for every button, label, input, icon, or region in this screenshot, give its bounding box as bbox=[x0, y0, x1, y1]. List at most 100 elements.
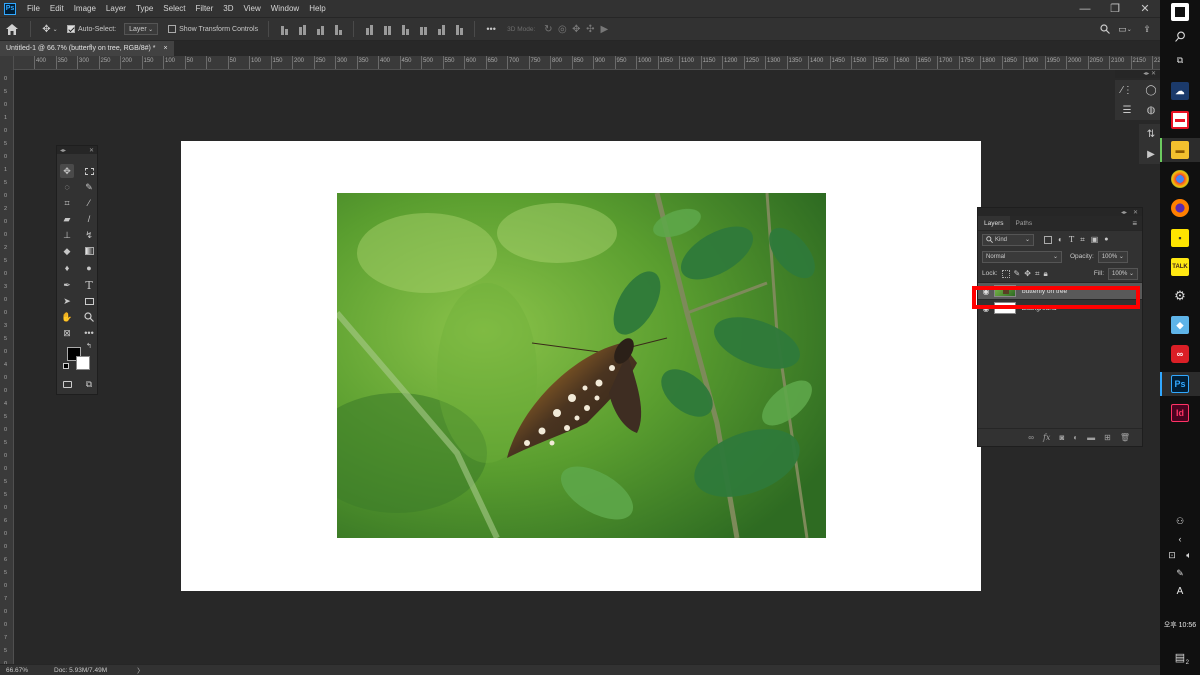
background-color-swatch[interactable] bbox=[76, 356, 90, 370]
file-explorer-button[interactable]: ▬ bbox=[1171, 141, 1189, 159]
settings-button[interactable]: ⚙ bbox=[1171, 287, 1189, 305]
photoshop-taskbar-button[interactable]: Ps bbox=[1171, 375, 1189, 393]
brush-tool[interactable]: / bbox=[82, 212, 96, 226]
path-selection-tool[interactable]: ➤ bbox=[60, 294, 74, 308]
firefox-button[interactable] bbox=[1171, 199, 1189, 217]
status-menu-arrow[interactable]: 〉 bbox=[137, 665, 144, 675]
minimize-button[interactable]: — bbox=[1070, 0, 1100, 17]
layers-panel-header[interactable]: ◂▸ ✕ bbox=[978, 208, 1142, 216]
more-options-button[interactable]: ••• bbox=[481, 21, 501, 37]
panel-menu-icon[interactable]: ≡ bbox=[1127, 216, 1142, 230]
lasso-tool[interactable]: ◌ bbox=[60, 180, 74, 194]
quick-selection-tool[interactable]: ✎ bbox=[82, 180, 96, 194]
tools-panel-header[interactable]: ◂▸ ✕ bbox=[57, 146, 97, 154]
quick-mask-button[interactable] bbox=[60, 377, 74, 391]
taskbar-app-1[interactable]: ☁ bbox=[1171, 82, 1189, 100]
collapse-icon[interactable]: ◂▸ ✕ bbox=[1143, 70, 1156, 77]
zoom-tool[interactable] bbox=[82, 310, 96, 324]
notification-center-button[interactable]: ▤ 2 bbox=[1171, 648, 1189, 666]
group-icon[interactable]: ▬ bbox=[1087, 433, 1095, 442]
menu-image[interactable]: Image bbox=[69, 4, 101, 13]
menu-3d[interactable]: 3D bbox=[218, 4, 238, 13]
3d-scale-button[interactable]: ▶ bbox=[597, 21, 611, 37]
frame-tool[interactable]: ⊠ bbox=[60, 326, 74, 340]
horizontal-ruler[interactable]: 400 350 300 250 200 150 100 50 0 50 100 150 200 250 30… bbox=[14, 56, 1160, 70]
filter-shape-icon[interactable]: ⌗ bbox=[1080, 235, 1085, 245]
document-info[interactable]: Doc: 5.93M/7.49M bbox=[54, 667, 107, 674]
align-left-button[interactable] bbox=[331, 23, 345, 35]
history-brush-tool[interactable]: ↯ bbox=[82, 228, 96, 242]
3d-orbit-button[interactable]: ↻ bbox=[541, 21, 555, 37]
workspace-switcher-button[interactable]: ▭ ⌄ bbox=[1116, 21, 1134, 37]
distribute-left-button[interactable] bbox=[416, 23, 430, 35]
align-top-button[interactable] bbox=[277, 23, 291, 35]
distribute-right-button[interactable] bbox=[452, 23, 466, 35]
screen-mode-button[interactable]: ⧉ bbox=[82, 377, 96, 391]
close-panel-icon[interactable]: ✕ bbox=[1133, 209, 1138, 216]
indesign-taskbar-button[interactable]: Id bbox=[1171, 404, 1189, 422]
distribute-center-button[interactable] bbox=[380, 23, 394, 35]
eyedropper-tool[interactable]: ⁄ bbox=[82, 196, 96, 210]
blend-mode-dropdown[interactable]: Normal ⌄ bbox=[982, 250, 1062, 263]
filter-toggle-icon[interactable]: ● bbox=[1104, 236, 1108, 243]
vertical-ruler[interactable]: 0501050150200250300350400450500550600650… bbox=[0, 56, 14, 664]
blur-tool[interactable]: ♦ bbox=[60, 261, 74, 275]
menu-filter[interactable]: Filter bbox=[191, 4, 219, 13]
align-vertical-center-button[interactable] bbox=[295, 23, 309, 35]
clone-stamp-tool[interactable]: ⊥ bbox=[60, 228, 74, 242]
adjustment-icon[interactable]: ◐ bbox=[1073, 433, 1078, 442]
menu-layer[interactable]: Layer bbox=[101, 4, 131, 13]
hand-tool[interactable]: ✋ bbox=[60, 310, 74, 324]
new-layer-icon[interactable]: ⊞ bbox=[1104, 433, 1111, 442]
taskbar-app-3[interactable]: ◆ bbox=[1171, 316, 1189, 334]
default-colors-icon[interactable] bbox=[63, 363, 69, 369]
collapse-icon[interactable]: ◂▸ bbox=[1121, 209, 1127, 216]
link-icon[interactable]: ∞ bbox=[1028, 433, 1034, 442]
move-tool-preset-button[interactable]: ✥ ⌄ bbox=[37, 21, 63, 37]
opacity-field[interactable]: 100% ⌄ bbox=[1097, 250, 1128, 263]
3d-roll-button[interactable]: ◎ bbox=[555, 21, 569, 37]
menu-edit[interactable]: Edit bbox=[45, 4, 69, 13]
close-button[interactable]: ✕ bbox=[1130, 0, 1160, 17]
start-button[interactable] bbox=[1171, 3, 1189, 21]
close-tab-icon[interactable]: × bbox=[164, 45, 168, 52]
marquee-tool[interactable] bbox=[82, 164, 96, 178]
auto-select-checkbox[interactable]: Auto-Select: bbox=[67, 21, 116, 37]
right-dock-header[interactable]: ◂▸ ✕ bbox=[1115, 70, 1160, 78]
crop-tool[interactable]: ⌗ bbox=[60, 196, 74, 210]
taskbar-search-button[interactable] bbox=[1171, 27, 1189, 45]
mask-icon[interactable]: ◙ bbox=[1059, 433, 1064, 442]
tab-layers[interactable]: Layers bbox=[978, 216, 1010, 230]
lock-all-icon[interactable]: 🔒︎ bbox=[1043, 269, 1047, 279]
adjustments-button[interactable]: ☰ bbox=[1115, 100, 1139, 120]
close-panel-icon[interactable]: ✕ bbox=[89, 147, 94, 154]
eraser-tool[interactable]: ◆ bbox=[60, 244, 74, 258]
lock-transparent-icon[interactable] bbox=[1001, 269, 1010, 278]
taskbar-app-2[interactable] bbox=[1171, 111, 1189, 129]
volume-button[interactable]: 🔈︎ bbox=[1180, 546, 1198, 564]
network-button[interactable]: ⊡ bbox=[1163, 546, 1181, 564]
filter-adjustment-icon[interactable]: ◐ bbox=[1058, 235, 1063, 244]
align-bottom-button[interactable] bbox=[313, 23, 327, 35]
3d-pan-button[interactable]: ✥ bbox=[569, 21, 583, 37]
type-tool[interactable]: T bbox=[82, 278, 96, 292]
lock-position-icon[interactable]: ✥ bbox=[1024, 269, 1031, 278]
filter-kind-dropdown[interactable]: Kind ⌄ bbox=[982, 233, 1034, 246]
fx-icon[interactable]: fx bbox=[1043, 433, 1050, 442]
menu-view[interactable]: View bbox=[239, 4, 266, 13]
rectangle-tool[interactable] bbox=[82, 294, 96, 308]
sticky-notes-button[interactable]: ▪ bbox=[1171, 229, 1189, 247]
menu-file[interactable]: File bbox=[22, 4, 45, 13]
move-tool[interactable]: ✥ bbox=[60, 164, 74, 178]
distribute-top-button[interactable] bbox=[362, 23, 376, 35]
dodge-tool[interactable]: ● bbox=[82, 261, 96, 275]
trash-icon[interactable]: 🗑︎ bbox=[1120, 433, 1130, 442]
3d-slide-button[interactable]: ✣ bbox=[583, 21, 597, 37]
filter-type-icon[interactable]: T bbox=[1069, 235, 1074, 244]
menu-type[interactable]: Type bbox=[131, 4, 158, 13]
menu-select[interactable]: Select bbox=[158, 4, 190, 13]
gradient-tool[interactable] bbox=[82, 244, 96, 258]
system-clock[interactable]: 오후 10:56 bbox=[1160, 620, 1200, 630]
pen-workspace-button[interactable]: ✎ bbox=[1171, 564, 1189, 582]
swap-colors-icon[interactable]: ↰ bbox=[86, 342, 92, 350]
